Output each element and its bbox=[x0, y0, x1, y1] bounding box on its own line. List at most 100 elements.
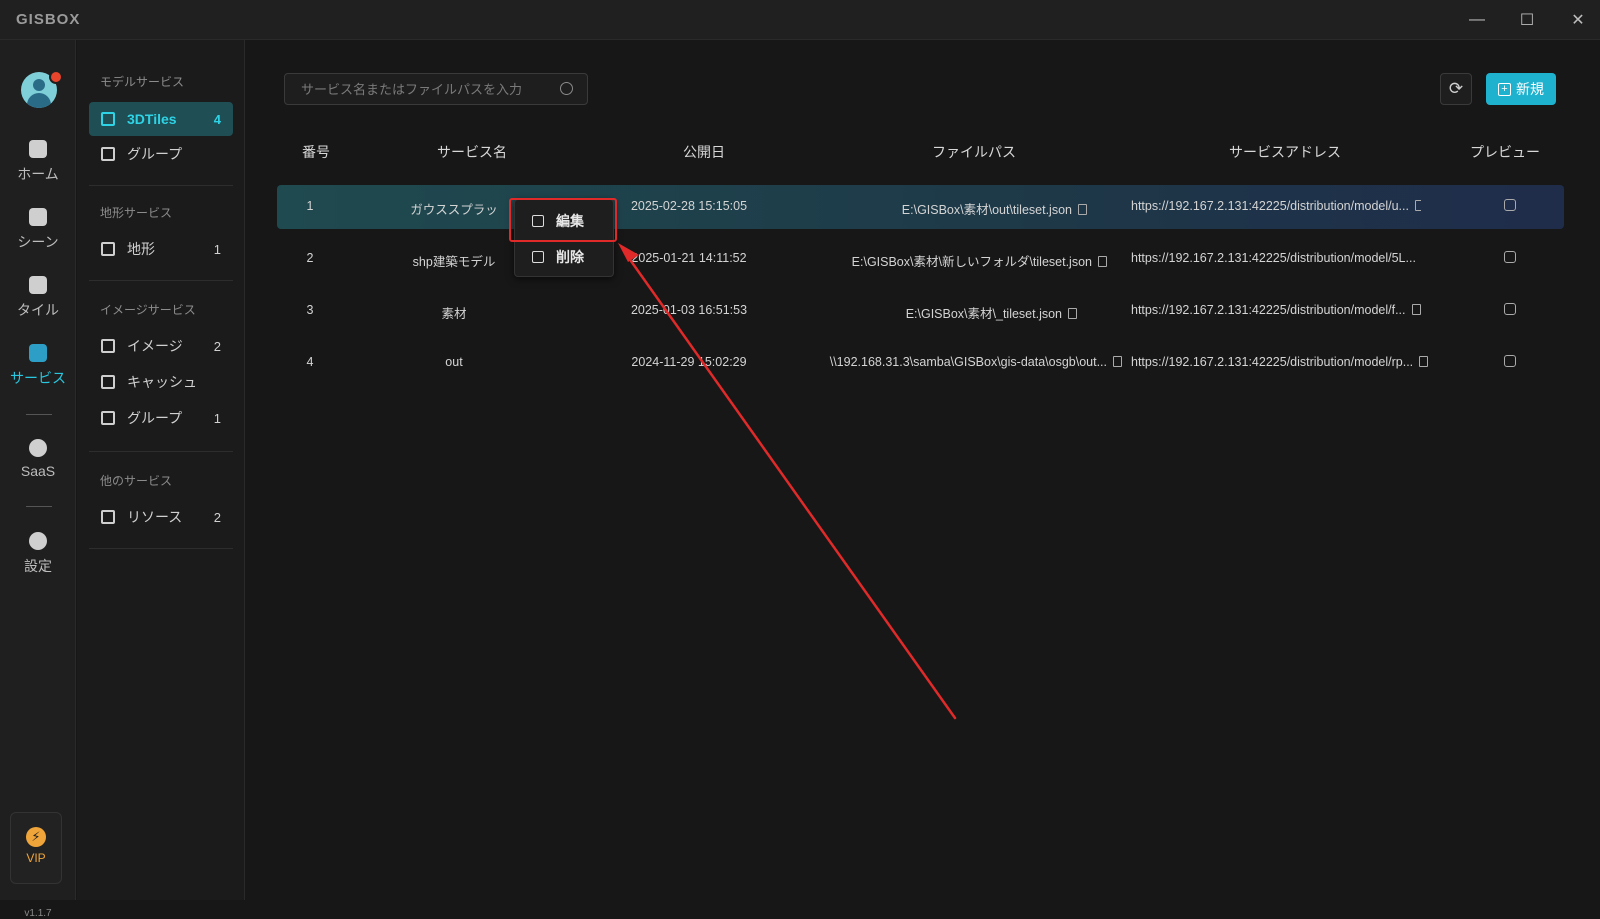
context-menu-edit[interactable]: 編集 bbox=[515, 204, 615, 238]
nav-item-resource[interactable]: リソース 2 bbox=[89, 500, 233, 534]
minimize-button[interactable]: — bbox=[1465, 8, 1489, 32]
lightning-icon: ⚡ bbox=[26, 827, 46, 847]
row-file-path-text: \\192.168.31.3\samba\GISBox\gis-data\osg… bbox=[829, 355, 1107, 369]
refresh-icon: ⟳ bbox=[1448, 79, 1464, 98]
file-icon[interactable] bbox=[1078, 204, 1087, 215]
column-header-preview: プレビュー bbox=[1470, 144, 1540, 160]
rail-item-service[interactable]: サービス bbox=[0, 344, 76, 388]
preview-icon[interactable] bbox=[1504, 303, 1516, 315]
rail-item-settings[interactable]: 設定 bbox=[0, 532, 76, 576]
column-header-path: ファイルパス bbox=[932, 144, 1016, 160]
file-icon[interactable] bbox=[1068, 308, 1077, 319]
search-box bbox=[284, 73, 588, 105]
nav-count: 1 bbox=[213, 241, 221, 257]
row-service-name: shp建築モデル bbox=[412, 255, 496, 269]
cube-icon bbox=[29, 208, 47, 226]
nav-item-cache[interactable]: キャッシュ bbox=[89, 365, 233, 399]
file-icon[interactable] bbox=[1113, 356, 1122, 367]
rail-item-saas[interactable]: SaaS bbox=[0, 439, 76, 479]
preview-icon[interactable] bbox=[1504, 355, 1516, 367]
version-label: v1.1.7 bbox=[24, 908, 52, 919]
nav-label: グループ bbox=[127, 146, 183, 162]
row-file-path: E:\GISBox\素材\_tileset.json bbox=[827, 303, 1077, 322]
new-button[interactable]: + 新規 bbox=[1486, 73, 1556, 105]
rail-label: サービス bbox=[10, 370, 66, 386]
context-menu: 編集 削除 bbox=[514, 199, 614, 277]
context-menu-edit-label: 編集 bbox=[556, 213, 584, 229]
nav-item-3dtiles[interactable]: 3DTiles 4 bbox=[89, 102, 233, 136]
row-file-path: E:\GISBox\素材\新しいフォルダ\tileset.json bbox=[807, 251, 1107, 270]
file-icon[interactable] bbox=[1098, 256, 1107, 267]
home-icon bbox=[29, 140, 47, 158]
service-icon bbox=[29, 344, 47, 362]
row-service-address-text: https://192.167.2.131:42225/distribution… bbox=[1131, 303, 1406, 317]
row-service-address: https://192.167.2.131:42225/distribution… bbox=[1131, 355, 1431, 369]
panel-divider bbox=[89, 280, 233, 281]
lock-icon bbox=[29, 439, 47, 457]
nav-count: 2 bbox=[213, 509, 221, 525]
table-row[interactable]: 1 ガウススプラッ 2025-02-28 15:15:05 E:\GISBox\… bbox=[277, 185, 1564, 229]
panel-divider bbox=[89, 451, 233, 452]
nav-item-image[interactable]: イメージ 2 bbox=[89, 329, 233, 363]
rail-label: タイル bbox=[17, 302, 59, 318]
nav-label: 地形 bbox=[127, 241, 155, 257]
row-publish-date: 2024-11-29 15:02:29 bbox=[631, 355, 747, 369]
close-button[interactable]: ✕ bbox=[1566, 8, 1590, 32]
search-icon[interactable] bbox=[560, 82, 573, 95]
row-file-path: E:\GISBox\素材\out\tileset.json bbox=[827, 199, 1087, 218]
nav-label: グループ bbox=[127, 410, 183, 426]
row-service-address: https://192.167.2.131:42225/distribution… bbox=[1131, 251, 1421, 265]
nav-item-terrain[interactable]: 地形 1 bbox=[89, 232, 233, 266]
nav-item-model-group[interactable]: グループ bbox=[89, 137, 233, 171]
copy-icon[interactable] bbox=[1419, 356, 1429, 367]
notification-badge-icon bbox=[49, 70, 63, 84]
column-header-address: サービスアドレス bbox=[1229, 144, 1341, 160]
preview-icon[interactable] bbox=[1504, 251, 1516, 263]
refresh-button[interactable]: ⟳ bbox=[1440, 73, 1472, 105]
search-input[interactable] bbox=[285, 74, 545, 104]
section-title: モデルサービス bbox=[100, 75, 185, 89]
copy-icon[interactable] bbox=[1414, 200, 1421, 211]
nav-label: イメージ bbox=[127, 338, 183, 354]
rail-label: シーン bbox=[17, 234, 59, 250]
context-menu-delete-label: 削除 bbox=[556, 249, 584, 265]
nav-count: 2 bbox=[213, 338, 221, 354]
table-row[interactable]: 2 shp建築モデル 2025-01-21 14:11:52 E:\GISBox… bbox=[277, 237, 1564, 281]
row-number: 3 bbox=[306, 303, 314, 317]
rail-item-tile[interactable]: タイル bbox=[0, 276, 76, 320]
cache-icon bbox=[101, 375, 115, 389]
row-service-name: out bbox=[445, 355, 463, 369]
row-service-name: ガウススプラッ bbox=[410, 203, 498, 217]
copy-icon[interactable] bbox=[1411, 304, 1421, 315]
preview-icon[interactable] bbox=[1504, 199, 1516, 211]
table-row[interactable]: 4 out 2024-11-29 15:02:29 \\192.168.31.3… bbox=[277, 341, 1564, 385]
context-menu-delete[interactable]: 削除 bbox=[515, 240, 615, 274]
tile-icon bbox=[29, 276, 47, 294]
image-icon bbox=[101, 339, 115, 353]
maximize-button[interactable]: ☐ bbox=[1515, 8, 1539, 32]
group-icon bbox=[101, 411, 115, 425]
vip-button[interactable]: ⚡ VIP bbox=[10, 812, 62, 884]
row-service-name: 素材 bbox=[441, 307, 467, 321]
row-number: 4 bbox=[306, 355, 314, 369]
rail-item-scene[interactable]: シーン bbox=[0, 208, 76, 252]
panel-divider bbox=[89, 185, 233, 186]
column-header-name: サービス名 bbox=[437, 144, 507, 160]
table-row[interactable]: 3 素材 2025-01-03 16:51:53 E:\GISBox\素材\_t… bbox=[277, 289, 1564, 333]
gear-icon bbox=[29, 532, 47, 550]
nav-label: 3DTiles bbox=[127, 111, 177, 127]
nav-label: リソース bbox=[127, 509, 183, 525]
terrain-icon bbox=[101, 242, 115, 256]
edit-icon bbox=[532, 215, 544, 227]
section-title: 地形サービス bbox=[100, 206, 173, 220]
nav-label: キャッシュ bbox=[127, 374, 197, 390]
rail-item-home[interactable]: ホーム bbox=[0, 140, 76, 184]
vip-label: VIP bbox=[26, 851, 46, 865]
column-header-number: 番号 bbox=[302, 144, 330, 160]
row-file-path-text: E:\GISBox\素材\_tileset.json bbox=[905, 307, 1062, 321]
row-service-address: https://192.167.2.131:42225/distribution… bbox=[1131, 303, 1421, 317]
nav-item-image-group[interactable]: グループ 1 bbox=[89, 401, 233, 435]
row-service-address-text: https://192.167.2.131:42225/distribution… bbox=[1131, 355, 1414, 369]
row-number: 1 bbox=[306, 199, 314, 213]
section-title: イメージサービス bbox=[100, 303, 196, 317]
